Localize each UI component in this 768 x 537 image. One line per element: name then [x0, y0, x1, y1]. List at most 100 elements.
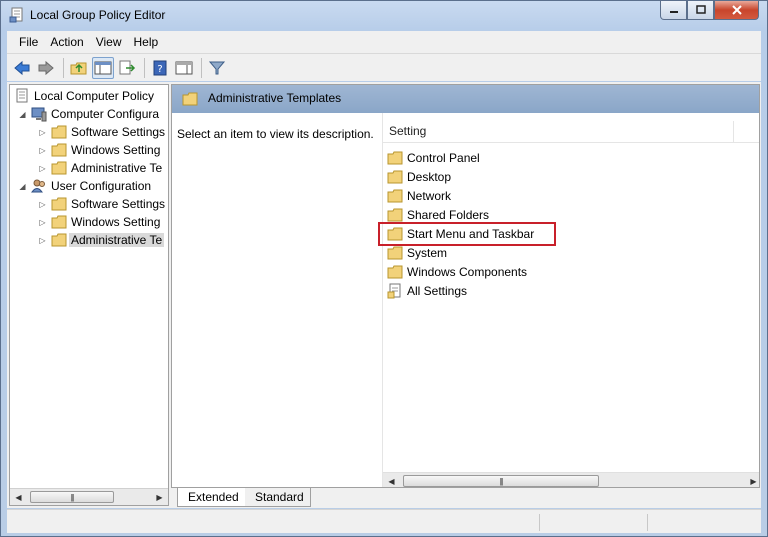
expand-arrow-icon[interactable]: ▷ [38, 146, 47, 155]
maximize-button[interactable] [687, 1, 714, 20]
list-item-network[interactable]: Network [387, 186, 451, 205]
tab-standard[interactable]: Standard [245, 488, 311, 507]
list-item-desktop[interactable]: Desktop [387, 167, 451, 186]
column-header-label: Setting [389, 124, 427, 138]
list-item-all-settings[interactable]: All Settings [387, 281, 467, 300]
export-list-button[interactable] [116, 57, 138, 79]
help-icon: ? [153, 60, 167, 75]
list-item-control-panel[interactable]: Control Panel [387, 148, 480, 167]
details-header-title: Administrative Templates [208, 91, 342, 105]
scroll-right-arrow-icon[interactable]: ▶ [151, 489, 168, 505]
status-divider [647, 514, 648, 531]
folder-icon [182, 92, 198, 106]
list-item-label: All Settings [407, 283, 468, 298]
menu-file[interactable]: File [13, 35, 44, 49]
view-tabs: Extended Standard [171, 488, 760, 508]
folder-icon [51, 161, 67, 175]
tree-item-windows-settings-computer[interactable]: ▷ Windows Setting [38, 141, 160, 159]
tree-item-label: Local Computer Policy [34, 89, 155, 103]
menu-bar: File Action View Help [7, 31, 761, 53]
expand-arrow-icon[interactable]: ▷ [38, 128, 47, 137]
folder-icon [387, 246, 403, 259]
menu-view[interactable]: View [90, 35, 128, 49]
menu-help[interactable]: Help [128, 35, 165, 49]
toolbar-separator [201, 57, 202, 78]
list-item-label: Windows Components [407, 264, 528, 279]
computer-icon [31, 107, 47, 122]
caption-buttons [660, 1, 759, 21]
list-item-label: Shared Folders [407, 207, 490, 222]
toolbar: ? [7, 53, 761, 81]
tree-item-software-settings-computer[interactable]: ▷ Software Settings [38, 123, 165, 141]
tree-item-label: Windows Setting [71, 143, 161, 157]
collapse-arrow-icon[interactable]: ◢ [18, 110, 27, 119]
column-header-setting[interactable]: Setting [383, 121, 759, 143]
policy-document-icon [16, 88, 28, 103]
list-item-windows-components[interactable]: Windows Components [387, 262, 527, 281]
tab-extended[interactable]: Extended [177, 488, 246, 507]
list-item-label: Control Panel [407, 150, 480, 165]
show-hide-console-tree-button[interactable] [92, 56, 114, 79]
expand-arrow-icon[interactable]: ▷ [38, 236, 47, 245]
column-divider[interactable] [733, 121, 734, 143]
tree-item-user-configuration[interactable]: ◢ User Configuration [18, 177, 151, 195]
toolbar-separator [63, 57, 64, 78]
svg-text:?: ? [157, 64, 162, 75]
menu-action[interactable]: Action [44, 35, 89, 49]
scroll-left-arrow-icon[interactable]: ◀ [383, 473, 400, 487]
help-button[interactable]: ? [149, 57, 171, 79]
filter-icon [208, 61, 226, 74]
folder-icon [51, 197, 67, 211]
details-pane: Administrative Templates Select an item … [171, 84, 760, 488]
expand-arrow-icon[interactable]: ▷ [38, 200, 47, 209]
folder-icon [51, 233, 67, 247]
title-bar[interactable]: Local Group Policy Editor [1, 1, 767, 31]
show-action-pane-button[interactable] [173, 57, 195, 79]
up-folder-icon [70, 62, 87, 74]
tree-item-administrative-templates-user[interactable]: ▷ Administrative Te [38, 231, 165, 249]
tree-item-label: Computer Configura [51, 107, 160, 121]
list-item-label: System [407, 245, 448, 260]
filter-button[interactable] [206, 57, 228, 79]
folder-icon [387, 189, 403, 202]
content-area: Local Computer Policy ◢ Computer Configu… [7, 82, 761, 508]
scrollbar-thumb[interactable]: ||| [403, 475, 599, 487]
tree-item-label: Administrative Te [71, 161, 163, 175]
tree-item-label: Software Settings [71, 197, 166, 211]
forward-arrow-icon [38, 60, 54, 75]
tree-horizontal-scrollbar[interactable]: ◀ ||| ▶ [10, 488, 168, 505]
close-icon [731, 5, 742, 15]
close-button[interactable] [714, 1, 759, 20]
scroll-right-arrow-icon[interactable]: ▶ [745, 473, 759, 487]
tree-item-local-computer-policy[interactable]: Local Computer Policy [14, 87, 154, 105]
folder-icon [51, 125, 67, 139]
back-button[interactable] [11, 57, 33, 79]
minimize-button[interactable] [660, 1, 687, 20]
collapse-arrow-icon[interactable]: ◢ [18, 182, 27, 191]
folder-icon [51, 215, 67, 229]
expand-arrow-icon[interactable]: ▷ [38, 218, 47, 227]
toolbar-separator [144, 57, 145, 78]
forward-button[interactable] [35, 57, 57, 79]
list-item-label: Network [407, 188, 452, 203]
show-hide-console-tree-icon [94, 61, 112, 74]
tree-item-label: User Configuration [51, 179, 152, 193]
tree-item-label: Administrative Te [69, 233, 165, 247]
expand-arrow-icon[interactable]: ▷ [38, 164, 47, 173]
settings-document-icon [387, 283, 401, 298]
maximize-icon [695, 5, 706, 14]
tree-item-windows-settings-user[interactable]: ▷ Windows Setting [38, 213, 160, 231]
description-text: Select an item to view its description. [177, 127, 374, 141]
up-one-level-button[interactable] [68, 57, 90, 79]
tree-item-computer-configuration[interactable]: ◢ Computer Configura [18, 105, 159, 123]
folder-icon [51, 143, 67, 157]
tree-item-software-settings-user[interactable]: ▷ Software Settings [38, 195, 165, 213]
minimize-icon [669, 11, 678, 13]
folder-icon [387, 170, 403, 183]
scrollbar-thumb[interactable]: ||| [30, 491, 114, 503]
scroll-left-arrow-icon[interactable]: ◀ [10, 489, 27, 505]
tree-item-administrative-templates-computer[interactable]: ▷ Administrative Te [38, 159, 162, 177]
settings-list: Setting Control Panel Desktop Network Sh… [382, 113, 759, 487]
list-horizontal-scrollbar[interactable]: ◀ ||| ▶ [383, 472, 759, 487]
tree-item-label: Windows Setting [71, 215, 161, 229]
